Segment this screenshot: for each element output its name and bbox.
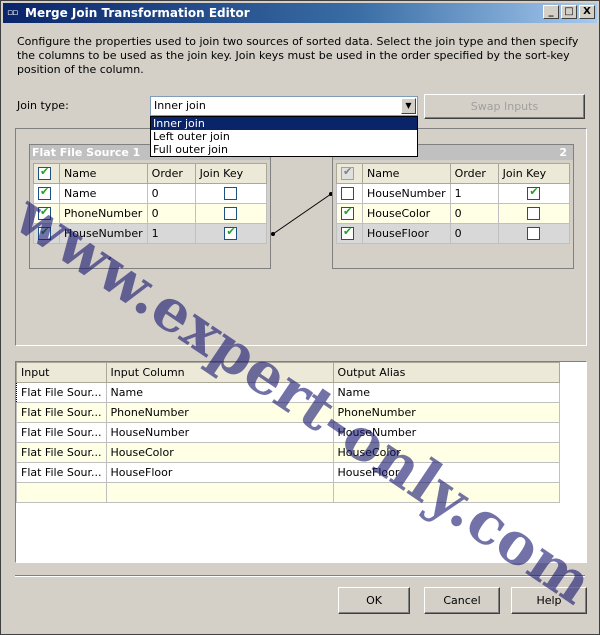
table-row[interactable]: Flat File Sour... Name Name (16, 382, 561, 403)
column-name: Name (59, 183, 148, 204)
column-order: 0 (449, 223, 499, 244)
left-source-box[interactable]: Flat File Source 1 Name Order Join Key N… (29, 144, 271, 269)
right-source-grid: Name Order Join Key HouseNumber 1 HouseC… (336, 163, 571, 244)
select-all-checkbox[interactable] (341, 165, 354, 181)
table-row[interactable]: PhoneNumber 0 (33, 203, 268, 224)
cancel-button[interactable]: Cancel (424, 587, 500, 614)
new-row[interactable] (16, 482, 561, 503)
input-cell[interactable]: Flat File Sour... (16, 422, 107, 443)
join-connector-line (271, 192, 333, 236)
input-cell[interactable]: Flat File Sour... (16, 442, 107, 463)
join-key-checkbox[interactable] (224, 207, 238, 221)
input-column-cell[interactable]: HouseFloor (105, 462, 334, 483)
title-bar[interactable]: ▫▫ Merge Join Transformation Editor _ □ … (3, 3, 597, 23)
option-full-outer-join[interactable]: Full outer join (151, 143, 417, 156)
column-header-input-column: Input Column (105, 362, 334, 383)
join-key-checkbox[interactable] (527, 207, 541, 221)
row-checkbox[interactable] (341, 205, 354, 221)
window-title: Merge Join Transformation Editor (25, 6, 250, 20)
output-alias-cell[interactable]: HouseNumber (332, 422, 561, 443)
column-header-name: Name (362, 163, 451, 184)
input-cell[interactable]: Flat File Sour... (16, 462, 107, 483)
row-checkbox[interactable] (38, 185, 51, 201)
column-header-join-key: Join Key (497, 163, 571, 184)
column-order: 1 (146, 223, 196, 244)
column-header-join-key: Join Key (194, 163, 268, 184)
column-order: 1 (449, 183, 499, 204)
column-name: HouseColor (362, 203, 451, 224)
maximize-button[interactable]: □ (561, 5, 577, 19)
column-header-order: Order (449, 163, 499, 184)
table-row[interactable]: HouseNumber 1 (336, 183, 571, 204)
output-alias-cell[interactable]: Name (332, 382, 561, 403)
swap-inputs-button[interactable]: Swap Inputs (424, 94, 585, 119)
select-all-checkbox[interactable] (38, 165, 51, 181)
column-header-name: Name (59, 163, 148, 184)
minimize-button[interactable]: _ (543, 5, 559, 19)
table-row[interactable]: Flat File Sour... PhoneNumber PhoneNumbe… (16, 402, 561, 423)
input-cell[interactable]: Flat File Sour... (16, 402, 107, 423)
ok-button[interactable]: OK (338, 587, 410, 614)
column-order: 0 (146, 183, 196, 204)
mapping-grid: Input Input Column Output Alias Flat Fil… (16, 362, 561, 503)
chevron-down-icon[interactable]: ▼ (401, 98, 416, 114)
join-type-label: Join type: (17, 99, 69, 112)
join-type-select[interactable]: Inner join ▼ (150, 96, 418, 116)
column-name: HouseFloor (362, 223, 451, 244)
help-button[interactable]: Help (511, 587, 587, 614)
input-cell[interactable]: Flat File Sour... (16, 382, 107, 403)
description-text: Configure the properties used to join tw… (17, 35, 579, 76)
app-icon: ▫▫ (7, 8, 18, 18)
mapping-grid-panel: Input Input Column Output Alias Flat Fil… (15, 361, 587, 563)
table-row[interactable]: HouseNumber 1 (33, 223, 268, 244)
right-source-box[interactable]: 2 Name Order Join Key HouseNumber 1 Hous… (332, 144, 574, 269)
column-order: 0 (146, 203, 196, 224)
join-key-checkbox[interactable] (527, 227, 541, 241)
table-row[interactable]: Flat File Sour... HouseColor HouseColor (16, 442, 561, 463)
row-checkbox[interactable] (341, 225, 354, 241)
column-order: 0 (449, 203, 499, 224)
input-column-cell[interactable]: HouseColor (105, 442, 334, 463)
column-name: HouseNumber (59, 223, 148, 244)
table-row[interactable]: Flat File Sour... HouseNumber HouseNumbe… (16, 422, 561, 443)
join-type-value: Inner join (154, 99, 206, 112)
separator (15, 575, 585, 577)
close-button[interactable]: X (579, 5, 595, 19)
column-name: HouseNumber (362, 183, 451, 204)
output-alias-cell[interactable]: HouseColor (332, 442, 561, 463)
input-column-cell[interactable]: Name (105, 382, 334, 403)
row-checkbox[interactable] (341, 187, 354, 201)
merge-join-editor-window: ▫▫ Merge Join Transformation Editor _ □ … (0, 0, 600, 635)
join-key-checkbox[interactable] (224, 187, 238, 201)
join-designer-panel: Flat File Source 1 Name Order Join Key N… (15, 128, 587, 346)
left-source-grid: Name Order Join Key Name 0 PhoneNumber 0 (33, 163, 268, 244)
table-row[interactable]: HouseColor 0 (336, 203, 571, 224)
input-column-cell[interactable]: PhoneNumber (105, 402, 334, 423)
column-header-input: Input (16, 362, 107, 383)
table-row[interactable]: Flat File Sour... HouseFloor HouseFloor (16, 462, 561, 483)
input-column-cell[interactable]: HouseNumber (105, 422, 334, 443)
row-checkbox[interactable] (38, 205, 51, 221)
option-left-outer-join[interactable]: Left outer join (151, 130, 417, 143)
column-name: PhoneNumber (59, 203, 148, 224)
column-header-order: Order (146, 163, 196, 184)
table-row[interactable]: Name 0 (33, 183, 268, 204)
join-key-checkbox[interactable] (224, 225, 238, 241)
output-alias-cell[interactable]: PhoneNumber (332, 402, 561, 423)
output-alias-cell[interactable]: HouseFloor (332, 462, 561, 483)
join-type-dropdown[interactable]: Inner join Left outer join Full outer jo… (150, 116, 418, 157)
option-inner-join[interactable]: Inner join (151, 117, 417, 130)
select-all-header[interactable] (336, 163, 363, 184)
row-checkbox[interactable] (38, 225, 51, 241)
select-all-header[interactable] (33, 163, 60, 184)
table-row[interactable]: HouseFloor 0 (336, 223, 571, 244)
column-header-output-alias: Output Alias (332, 362, 561, 383)
join-key-checkbox[interactable] (527, 185, 541, 201)
